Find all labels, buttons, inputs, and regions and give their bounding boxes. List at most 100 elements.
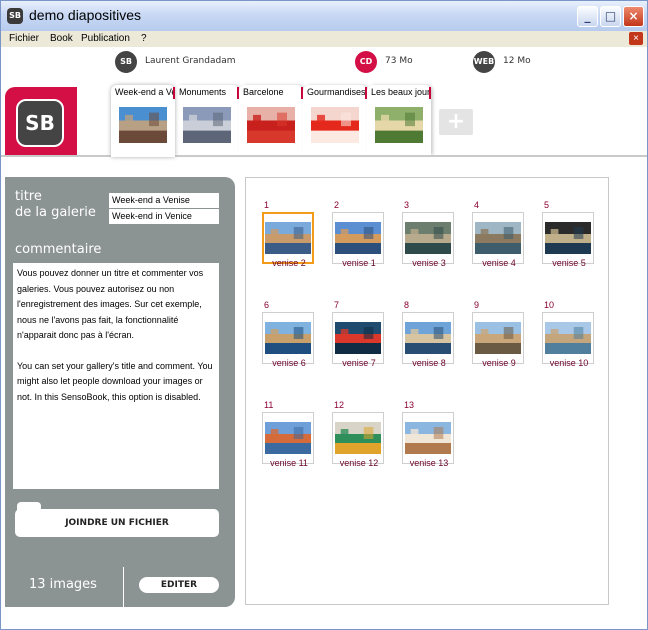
gallery-item-number: 3 bbox=[404, 200, 410, 210]
title-field-fr[interactable]: Week-end a Venise bbox=[109, 193, 219, 208]
menu-fichier[interactable]: Fichier bbox=[9, 33, 39, 44]
gallery-item[interactable]: 5 venise 5 bbox=[540, 200, 598, 270]
gallery-item-label: venise 6 bbox=[272, 358, 306, 368]
document-close-button[interactable]: × bbox=[629, 32, 643, 45]
gallery-item[interactable]: 12 venise 12 bbox=[330, 400, 388, 470]
sb-logo-icon: SB bbox=[16, 99, 64, 147]
menu-help[interactable]: ? bbox=[141, 33, 147, 44]
gallery-thumbnail bbox=[545, 322, 591, 354]
minimize-button[interactable]: _ bbox=[577, 6, 598, 27]
gallery-item[interactable]: 6 venise 6 bbox=[260, 300, 318, 370]
gallery-item[interactable]: 2 venise 1 bbox=[330, 200, 388, 270]
gallery-thumbnail-frame[interactable] bbox=[402, 312, 454, 364]
gallery-thumbnail bbox=[405, 222, 451, 254]
gallery-item[interactable]: 1 venise 2 bbox=[260, 200, 318, 270]
gallery-item-number: 10 bbox=[544, 300, 555, 310]
web-size: 12 Mo bbox=[503, 56, 531, 66]
sensobook-logo: SB bbox=[5, 87, 77, 155]
gallery-item[interactable]: 11 venise 11 bbox=[260, 400, 318, 470]
album-name: Week-end a Venise bbox=[115, 87, 175, 99]
gallery-item-number: 7 bbox=[334, 300, 340, 310]
gallery-item[interactable]: 13 venise 13 bbox=[400, 400, 458, 470]
gallery-item[interactable]: 7 venise 7 bbox=[330, 300, 388, 370]
add-album-button[interactable]: + bbox=[439, 109, 473, 135]
gallery-thumbnail bbox=[265, 222, 311, 254]
gallery-thumbnail-frame[interactable] bbox=[542, 212, 594, 264]
cd-size: 73 Mo bbox=[385, 56, 413, 66]
gallery-thumbnail-frame[interactable] bbox=[402, 412, 454, 464]
gallery-thumbnail-frame[interactable] bbox=[402, 212, 454, 264]
album-tab-1[interactable]: Week-end a Venise bbox=[111, 85, 175, 157]
cd-icon: CD bbox=[355, 51, 377, 73]
gallery-item[interactable]: 3 venise 3 bbox=[400, 200, 458, 270]
album-name: Monuments bbox=[179, 87, 239, 99]
gallery-thumbnail-frame[interactable] bbox=[472, 312, 524, 364]
close-button[interactable]: × bbox=[623, 6, 644, 27]
menu-book[interactable]: Book bbox=[50, 33, 73, 44]
gallery-thumbnail bbox=[545, 222, 591, 254]
gallery-thumbnail bbox=[405, 422, 451, 454]
menu-publication[interactable]: Publication bbox=[81, 33, 130, 44]
author-icon: SB bbox=[115, 51, 137, 73]
album-name: Les beaux jours bbox=[371, 87, 431, 99]
image-count: 13 images bbox=[29, 577, 97, 592]
gallery-item-label: venise 3 bbox=[412, 258, 446, 268]
gallery-item[interactable]: 10 venise 10 bbox=[540, 300, 598, 370]
comment-text-en: You can set your gallery's title and com… bbox=[17, 360, 213, 402]
comment-textarea[interactable]: Vous pouvez donner un titre et commenter… bbox=[13, 263, 219, 489]
album-tab-5[interactable]: Les beaux jours bbox=[367, 85, 431, 155]
image-gallery: 1 venise 2 2 venise 1 3 venise 3 4 venise 4 5 ven… bbox=[245, 177, 609, 605]
gallery-item-label: venise 5 bbox=[552, 258, 586, 268]
gallery-info-panel: titre de la galerie Week-end a Venise We… bbox=[5, 177, 235, 607]
gallery-thumbnail-frame[interactable] bbox=[332, 412, 384, 464]
gallery-item-label: venise 8 bbox=[412, 358, 446, 368]
gallery-item-label: venise 13 bbox=[409, 458, 449, 468]
gallery-item-number: 1 bbox=[264, 200, 270, 210]
maximize-button[interactable]: □ bbox=[600, 6, 621, 27]
album-tab-2[interactable]: Monuments bbox=[175, 85, 239, 155]
album-tab-3[interactable]: Barcelone bbox=[239, 85, 303, 155]
gallery-thumbnail bbox=[475, 222, 521, 254]
album-name: Barcelone bbox=[243, 87, 303, 99]
gallery-thumbnail-frame[interactable] bbox=[472, 212, 524, 264]
gallery-thumbnail-frame[interactable] bbox=[262, 312, 314, 364]
gallery-item-number: 11 bbox=[264, 400, 274, 410]
gallery-item-label: venise 10 bbox=[549, 358, 589, 368]
title-field-en[interactable]: Week-end in Venice bbox=[109, 209, 219, 224]
album-thumbnail bbox=[119, 107, 167, 143]
attach-file-button[interactable]: JOINDRE UN FICHIER bbox=[15, 509, 219, 537]
title-label: titre de la galerie bbox=[15, 189, 96, 221]
web-icon: WEB bbox=[473, 51, 495, 73]
gallery-item-number: 12 bbox=[334, 400, 345, 410]
album-thumbnail bbox=[183, 107, 231, 143]
album-name: Gourmandises bbox=[307, 87, 367, 99]
gallery-item-label: venise 11 bbox=[270, 458, 308, 468]
gallery-item[interactable]: 8 venise 8 bbox=[400, 300, 458, 370]
gallery-item[interactable]: 9 venise 9 bbox=[470, 300, 528, 370]
album-thumbnail bbox=[247, 107, 295, 143]
gallery-thumbnail bbox=[265, 322, 311, 354]
title-bar[interactable]: SB demo diapositives _ □ × bbox=[1, 1, 647, 32]
gallery-item-number: 2 bbox=[334, 200, 340, 210]
gallery-item-number: 8 bbox=[404, 300, 410, 310]
gallery-thumbnail-frame[interactable] bbox=[262, 212, 314, 264]
gallery-item-number: 13 bbox=[404, 400, 415, 410]
gallery-item[interactable]: 4 venise 4 bbox=[470, 200, 528, 270]
gallery-item-label: venise 12 bbox=[339, 458, 379, 468]
gallery-thumbnail bbox=[335, 422, 381, 454]
gallery-item-label: venise 9 bbox=[482, 358, 516, 368]
comment-label: commentaire bbox=[15, 242, 102, 257]
comment-text-fr: Vous pouvez donner un titre et commenter… bbox=[17, 268, 204, 340]
gallery-thumbnail-frame[interactable] bbox=[262, 412, 314, 464]
album-tab-4[interactable]: Gourmandises bbox=[303, 85, 367, 155]
gallery-thumbnail-frame[interactable] bbox=[332, 212, 384, 264]
gallery-thumbnail bbox=[335, 322, 381, 354]
gallery-item-label: venise 7 bbox=[342, 358, 376, 368]
panel-divider bbox=[123, 567, 124, 607]
gallery-item-number: 6 bbox=[264, 300, 270, 310]
gallery-item-label: venise 4 bbox=[482, 258, 516, 268]
gallery-thumbnail-frame[interactable] bbox=[332, 312, 384, 364]
edit-button[interactable]: EDITER bbox=[139, 577, 219, 593]
gallery-thumbnail bbox=[405, 322, 451, 354]
gallery-thumbnail-frame[interactable] bbox=[542, 312, 594, 364]
